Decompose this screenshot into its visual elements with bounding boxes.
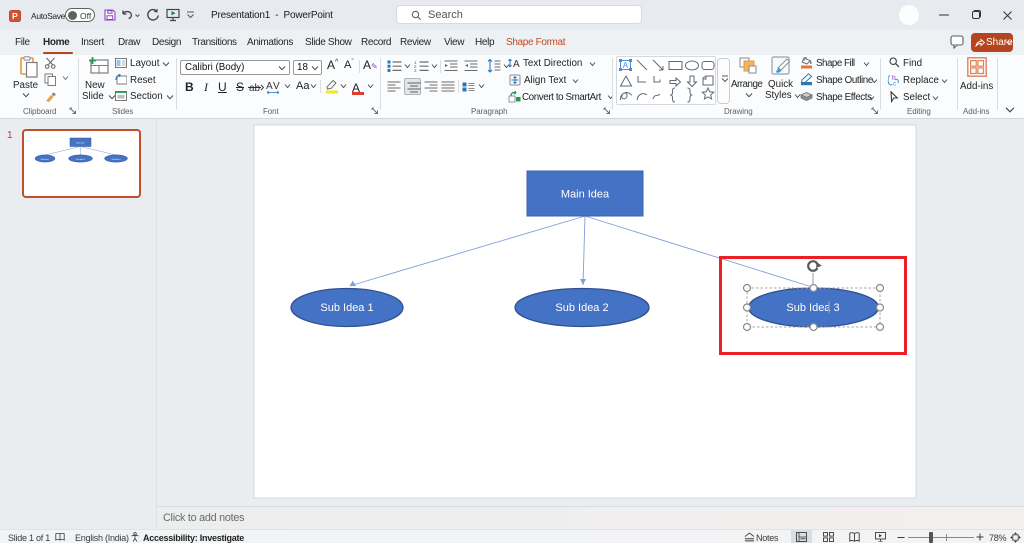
svg-text:Sub Idea 2: Sub Idea 2 (555, 302, 608, 314)
svg-text:Main Idea: Main Idea (561, 189, 610, 201)
svg-text:Sub Idea 1: Sub Idea 1 (320, 302, 373, 314)
svg-text:Sub Idea 3: Sub Idea 3 (786, 302, 839, 314)
